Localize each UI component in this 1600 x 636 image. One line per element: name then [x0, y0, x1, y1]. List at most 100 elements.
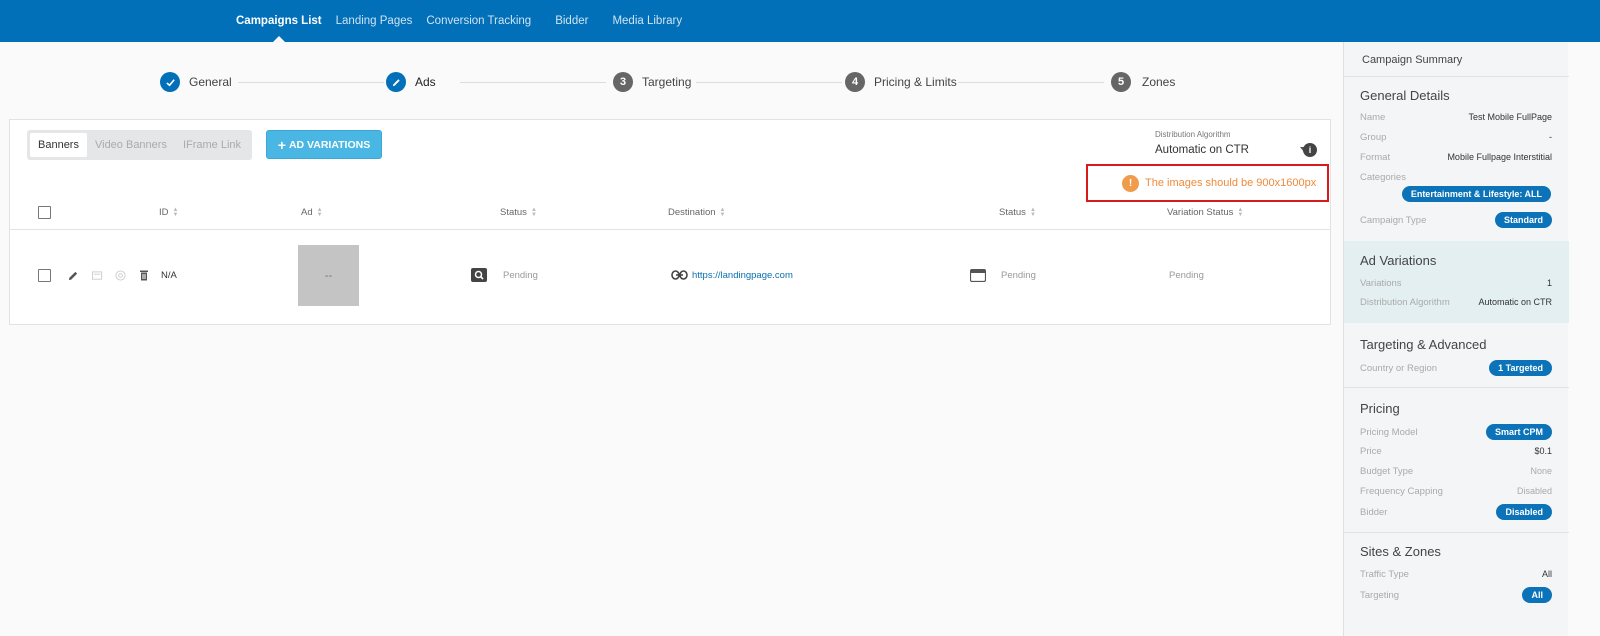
summary-budget: Budget Type None	[1360, 463, 1552, 479]
col-ad[interactable]: Ad ▲ ▼	[301, 206, 323, 219]
preview-search-icon[interactable]	[471, 268, 487, 282]
sort-icon: ▲ ▼	[316, 206, 323, 218]
row-status: Pending	[503, 270, 538, 281]
divider	[1344, 532, 1569, 533]
plus-icon: +	[277, 136, 286, 153]
link-icon	[671, 270, 688, 280]
col-label: Status	[500, 207, 527, 218]
distribution-label: Distribution Algorithm	[1155, 130, 1231, 139]
row-checkbox[interactable]	[38, 269, 51, 282]
trash-icon[interactable]	[139, 269, 149, 281]
step-targeting[interactable]: 3 Targeting	[613, 72, 691, 92]
kv-value: 1	[1546, 278, 1552, 288]
step-pricing[interactable]: 4 Pricing & Limits	[845, 72, 957, 92]
kv-key: Budget Type	[1360, 465, 1414, 477]
tab-video-banners[interactable]: Video Banners	[87, 133, 175, 157]
row-variation-status: Pending	[1169, 270, 1204, 281]
kv-key: Distribution Algorithm	[1360, 296, 1450, 308]
step-ads[interactable]: Ads	[386, 72, 436, 92]
kv-key: Campaign Type	[1360, 214, 1427, 226]
col-status[interactable]: Status ▲ ▼	[500, 206, 537, 219]
ad-thumbnail[interactable]: --	[298, 245, 359, 306]
nav-conversion-tracking[interactable]: Conversion Tracking	[426, 0, 531, 42]
summary-frequency: Frequency Capping Disabled	[1360, 483, 1552, 499]
pencil-icon	[386, 72, 406, 92]
col-label: Ad	[301, 207, 313, 218]
campaign-type-badge: Standard	[1494, 212, 1552, 228]
col-label: ID	[159, 207, 169, 218]
bidder-badge: Disabled	[1496, 504, 1552, 520]
kv-key: Format	[1360, 151, 1391, 163]
distribution-algorithm-select[interactable]: Distribution Algorithm Automatic on CTR	[1155, 130, 1308, 156]
step-number: 4	[845, 72, 865, 92]
kv-value: Disabled	[1516, 486, 1552, 496]
summary-price: Price $0.1	[1360, 443, 1552, 459]
step-connector	[958, 82, 1104, 83]
select-all-checkbox[interactable]	[38, 206, 51, 219]
warning-icon: !	[1122, 174, 1139, 192]
add-button-label: AD VARIATIONS	[288, 138, 371, 151]
summary-campaign-type: Campaign Type Standard	[1360, 212, 1552, 228]
summary-variations: Variations 1	[1360, 275, 1552, 291]
categories-badge: Entertainment & Lifestyle: ALL	[1401, 186, 1551, 202]
targeting-heading: Targeting & Advanced	[1360, 337, 1487, 352]
add-ad-variations-button[interactable]: + AD VARIATIONS	[266, 130, 382, 159]
nav-bidder[interactable]: Bidder	[555, 0, 588, 42]
col-variation-status[interactable]: Variation Status ▲ ▼	[1167, 207, 1243, 219]
kv-key: Group	[1360, 131, 1387, 143]
kv-key: Bidder	[1360, 506, 1388, 518]
sites-zones-heading: Sites & Zones	[1360, 544, 1441, 559]
row-status-2: Pending	[1001, 270, 1036, 281]
ad-type-tabs: Banners Video Banners IFrame Link	[27, 130, 253, 160]
ad-variations-heading: Ad Variations	[1360, 253, 1437, 268]
tab-iframe-link[interactable]: IFrame Link	[175, 133, 249, 157]
sort-icon: ▲ ▼	[530, 206, 537, 218]
summary-distribution: Distribution Algorithm Automatic on CTR	[1360, 294, 1552, 310]
destination-link[interactable]: https://landingpage.com	[692, 270, 793, 281]
kv-value: None	[1530, 466, 1552, 476]
nav-landing-pages[interactable]: Landing Pages	[336, 0, 413, 42]
col-destination[interactable]: Destination ▲ ▼	[668, 207, 725, 219]
step-number: 3	[613, 72, 633, 92]
nav-media-library[interactable]: Media Library	[612, 0, 682, 42]
edit-icon[interactable]	[68, 270, 79, 281]
pricing-model-badge: Smart CPM	[1485, 424, 1552, 440]
image-size-warning: ! The images should be 900x1600px	[1086, 164, 1329, 202]
kv-value: $0.1	[1534, 446, 1552, 456]
country-badge: 1 Targeted	[1489, 360, 1552, 376]
kv-value: Mobile Fullpage Interstitial	[1447, 152, 1552, 162]
tab-banners[interactable]: Banners	[30, 133, 87, 157]
step-number: 5	[1111, 72, 1131, 92]
top-nav-bar: Campaigns List Landing Pages Conversion …	[0, 0, 1600, 42]
distribution-value: Automatic on CTR	[1155, 143, 1249, 156]
summary-name: Name Test Mobile FullPage	[1360, 109, 1552, 125]
summary-format: Format Mobile Fullpage Interstitial	[1360, 149, 1552, 165]
step-connector	[696, 82, 842, 83]
summary-traffic-type: Traffic Type All	[1360, 566, 1552, 582]
step-label: Ads	[415, 75, 436, 89]
nav-campaigns-list[interactable]: Campaigns List	[236, 0, 322, 42]
summary-categories: Categories	[1360, 169, 1552, 185]
summary-sites-targeting: Targeting All	[1360, 587, 1552, 603]
summary-title: Campaign Summary	[1362, 54, 1463, 66]
step-label: Pricing & Limits	[874, 75, 957, 89]
sort-icon: ▲ ▼	[172, 206, 179, 218]
divider	[1344, 387, 1569, 388]
summary-bidder: Bidder Disabled	[1360, 504, 1552, 520]
browser-window-icon	[970, 269, 986, 282]
step-label: Targeting	[642, 75, 692, 89]
summary-pricing-model: Pricing Model Smart CPM	[1360, 424, 1552, 440]
col-status-2[interactable]: Status ▲ ▼	[999, 207, 1036, 219]
summary-group: Group -	[1360, 129, 1552, 145]
step-label: Zones	[1142, 75, 1176, 89]
pause-icon[interactable]	[115, 270, 126, 281]
header-divider	[9, 229, 1331, 230]
info-icon[interactable]: i	[1303, 143, 1317, 157]
ads-panel: Banners Video Banners IFrame Link + AD V…	[9, 119, 1331, 325]
step-general[interactable]: General	[160, 72, 232, 92]
kv-key: Price	[1360, 445, 1382, 457]
step-zones[interactable]: 5 Zones	[1111, 72, 1175, 92]
col-id[interactable]: ID ▲ ▼	[159, 206, 179, 219]
duplicate-icon[interactable]	[92, 271, 103, 281]
kv-key: Targeting	[1360, 589, 1400, 601]
